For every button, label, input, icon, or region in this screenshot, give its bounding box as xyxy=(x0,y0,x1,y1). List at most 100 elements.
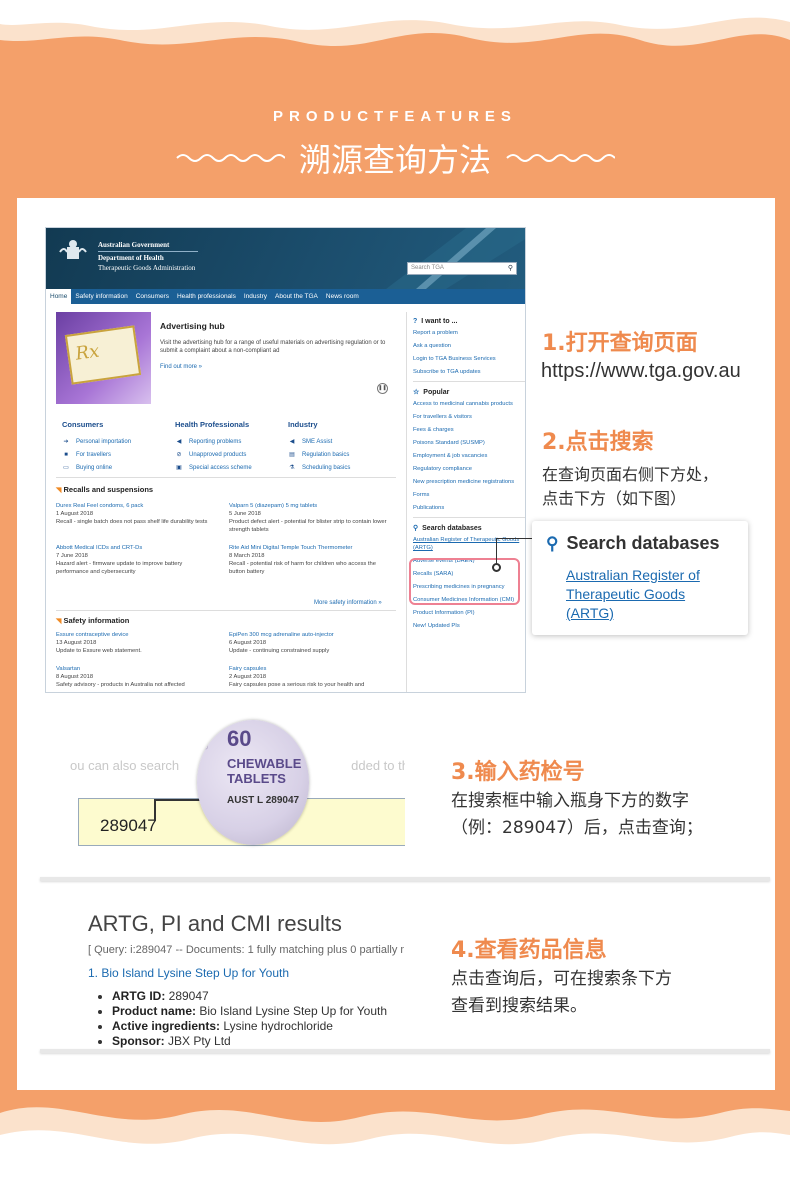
sidebar-link[interactable]: New prescription medicine registrations xyxy=(413,478,525,486)
bottle-label-magnifier: Omni Sports 60 CHEWABLE TABLETS AUST L 28… xyxy=(197,720,309,845)
flask-icon: ⚗ xyxy=(289,465,295,471)
consumers-column: Consumers ➔ Personal importation ■ For tra… xyxy=(62,420,131,474)
search-value: 289047 xyxy=(100,816,157,835)
step2-text: 在查询页面右侧下方处， 点击下方（如下图） xyxy=(542,465,719,508)
nav-consumers[interactable]: Consumers xyxy=(132,293,173,300)
top-wave-decoration xyxy=(0,0,790,47)
squiggle-right-icon xyxy=(506,154,615,162)
nav-safety[interactable]: Safety information xyxy=(71,293,131,300)
results-heading: ARTG, PI and CMI results xyxy=(88,911,342,936)
sidebar-link[interactable]: Access to medicinal cannabis products xyxy=(413,400,525,408)
link-item[interactable]: ▤ Regulation basics xyxy=(288,448,350,461)
want-heading: ? I want to ... xyxy=(413,318,458,325)
speaker-icon: ◀ xyxy=(289,439,295,445)
step3-heading: 3.输入药检号 xyxy=(451,760,585,785)
link-item[interactable]: ▣ Special access scheme xyxy=(175,461,252,474)
step4-text: 点击查询后，可在搜索条下方 查看到搜索结果。 xyxy=(451,969,672,1016)
divider xyxy=(56,477,396,478)
tga-website-screenshot: Australian Government Department of Heal… xyxy=(45,227,526,693)
news-item[interactable]: Valsartan 8 August 2018 Safety advisory - … xyxy=(56,665,216,689)
link-item[interactable]: ■ For travellers xyxy=(62,448,131,461)
safety-heading: ◥ Safety information xyxy=(56,616,130,625)
link-item[interactable]: ⚗ Scheduling basics xyxy=(288,461,350,474)
leader-line xyxy=(154,799,156,821)
artg-results-panel: ARTG, PI and CMI results [ Query: i:2890… xyxy=(72,903,404,1050)
news-item[interactable]: Durex Real Feel condoms, 6 pack 1 August … xyxy=(56,502,216,526)
query-text: [ Query: i:289047 -- Documents: 1 fully … xyxy=(88,944,404,956)
link-item[interactable]: ➔ Personal importation xyxy=(62,435,131,448)
pause-icon[interactable]: ❚❚ xyxy=(377,383,388,394)
sidebar-link[interactable]: Poisons Standard (SUSMP) xyxy=(413,439,525,447)
divider xyxy=(40,877,770,881)
coat-of-arms-icon xyxy=(59,240,87,259)
link-item[interactable]: ⊘ Unapproved products xyxy=(175,448,252,461)
news-item[interactable]: Essure contraceptive device 13 August 201… xyxy=(56,631,216,655)
hub-title: Advertising hub xyxy=(160,321,225,331)
sidebar-link[interactable]: Employment & job vacancies xyxy=(413,452,525,460)
tga-nav-bar: Home Safety information Consumers Health… xyxy=(46,289,525,304)
link-item[interactable]: ◀ Reporting problems xyxy=(175,435,252,448)
divider xyxy=(40,1049,770,1053)
eyebrow-text: PRODUCTFEATURES xyxy=(273,108,517,125)
news-item[interactable]: EpiPen 300 mcg adrenaline auto-injector 6… xyxy=(229,631,389,655)
step3-text: 在搜索框中输入瓶身下方的数字 （例：289047）后，点击查询； xyxy=(451,791,703,838)
sidebar-link[interactable]: Product Information (PI) xyxy=(413,609,525,617)
nav-news[interactable]: News room xyxy=(322,293,363,300)
artg-callout-link[interactable]: Australian Register of Therapeutic Goods… xyxy=(566,566,734,623)
monitor-icon: ▭ xyxy=(63,465,69,471)
search-icon: ⚲ xyxy=(413,525,419,532)
sidebar-link[interactable]: Ask a question xyxy=(413,342,525,350)
step2-heading: 2.点击搜索 xyxy=(542,430,654,455)
megaphone-icon: ◀ xyxy=(176,439,182,445)
banner-stripes xyxy=(386,228,525,289)
rss-icon: ◥ xyxy=(56,487,62,494)
squiggle-left-icon xyxy=(176,154,285,162)
sidebar-link[interactable]: Report a problem xyxy=(413,329,525,337)
suitcase-icon: ■ xyxy=(64,451,68,458)
star-icon: ☆ xyxy=(413,389,420,396)
sidebar-link[interactable]: Fees & charges xyxy=(413,426,525,434)
recalls-heading: ◥ Recalls and suspensions xyxy=(56,485,154,494)
hub-link[interactable]: Find out more » xyxy=(160,364,202,370)
callout-connector xyxy=(496,538,532,568)
link-item[interactable]: ◀ SME Assist xyxy=(288,435,350,448)
industry-column: Industry ◀ SME Assist ▤ Regulation basics … xyxy=(288,420,350,474)
tga-banner: Australian Government Department of Heal… xyxy=(46,228,525,289)
lock-icon: ▣ xyxy=(176,465,182,471)
nav-home[interactable]: Home xyxy=(46,289,72,304)
step1-url: https://www.tga.gov.au xyxy=(541,360,741,382)
connector-dot xyxy=(492,563,501,572)
bottom-wave-decoration xyxy=(0,1107,790,1183)
tga-search-input[interactable]: Search TGA ⚲ xyxy=(407,262,517,275)
health-professionals-column: Health Professionals ◀ Reporting problems… xyxy=(175,420,252,474)
news-item[interactable]: Valparn 5 (diazepam) 5 mg tablets 5 June … xyxy=(229,502,389,534)
sidebar-link[interactable]: Login to TGA Business Services xyxy=(413,355,525,363)
hub-text: Visit the advertising hub for a range of… xyxy=(160,340,386,354)
more-safety-link[interactable]: More safety information » xyxy=(314,600,382,606)
sidebar-link[interactable]: Forms xyxy=(413,491,525,499)
result-field: Sponsor: JBX Pty Ltd xyxy=(112,1034,387,1049)
search-icon: ⚲ xyxy=(546,533,559,553)
sidebar-link[interactable]: Publications xyxy=(413,504,525,512)
popular-heading: ☆ Popular xyxy=(413,389,450,396)
news-item[interactable]: Abbott Medical ICDs and CRT-Ds 7 June 201… xyxy=(56,544,216,576)
step1-heading: 1.打开查询页面 xyxy=(542,331,698,356)
advertising-hub-image: Rx xyxy=(56,312,151,404)
nav-health-professionals[interactable]: Health professionals xyxy=(173,293,240,300)
news-item[interactable]: Rite Aid Mini Digital Temple Touch Therm… xyxy=(229,544,389,576)
search-databases-callout: ⚲ Search databases Australian Register of… xyxy=(532,521,748,635)
link-item[interactable]: ▭ Buying online xyxy=(62,461,131,474)
sidebar-link[interactable]: Subscribe to TGA updates xyxy=(413,368,525,376)
government-logo-text: Australian Government Department of Heal… xyxy=(98,240,198,273)
nav-about[interactable]: About the TGA xyxy=(271,293,322,300)
nav-industry[interactable]: Industry xyxy=(240,293,271,300)
result-link[interactable]: 1. Bio Island Lysine Step Up for Youth xyxy=(88,966,289,980)
prohibited-icon: ⊘ xyxy=(176,452,182,458)
news-item[interactable]: Fairy capsules 2 August 2018 Fairy capsule… xyxy=(229,665,389,689)
search-icon[interactable]: ⚲ xyxy=(508,264,513,272)
sidebar-link[interactable]: Regulatory compliance xyxy=(413,465,525,473)
tga-sidebar: ? I want to ... Report a problem Ask a qu… xyxy=(406,312,525,692)
sidebar-link[interactable]: For travellers & visitors xyxy=(413,413,525,421)
sidebar-link[interactable]: New! Updated PIs xyxy=(413,622,525,630)
result-field: Product name: Bio Island Lysine Step Up … xyxy=(112,1004,387,1019)
